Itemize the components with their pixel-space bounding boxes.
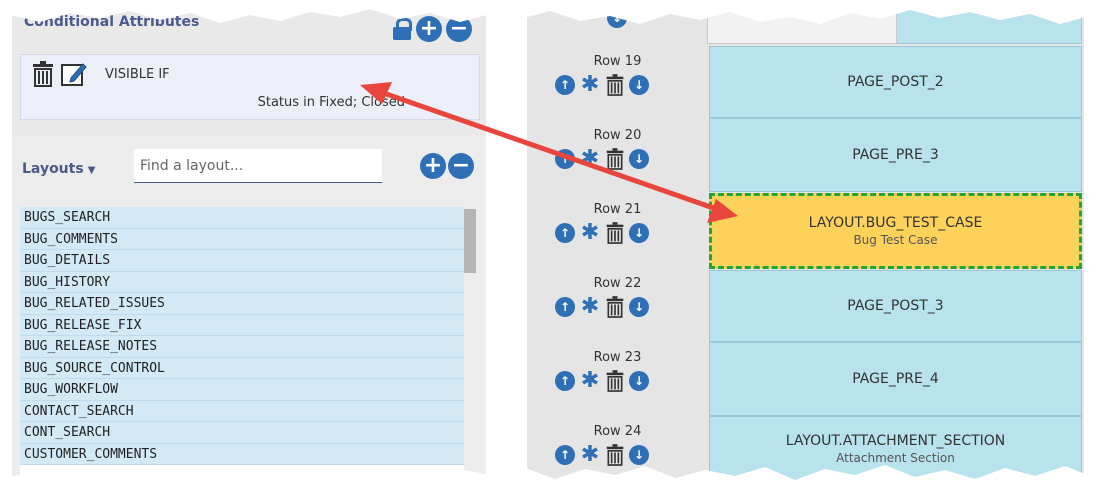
arrow-down-circle-icon[interactable]: ↓ [629,223,649,243]
row-label: Row 21 [593,202,642,217]
scrollbar-thumb[interactable] [464,209,476,273]
rows-panel: ↓ Row 19 ↑ ✱ ↓ Row 20 ↑ ✱ ↓ Row 21 ↑ ✱ ↓… [527,0,1084,482]
row-cell[interactable]: PAGE_POST_2 [709,46,1082,118]
arrow-up-circle-icon[interactable]: ↑ [555,149,575,169]
arrow-down-circle-icon[interactable]: ↓ [629,297,649,317]
row-control: Row 21 ↑ ✱ ↓ [527,194,708,268]
list-item[interactable]: BUG_RELEASE_FIX [20,314,464,336]
gear-icon[interactable]: ✱ [579,370,601,392]
arrow-up-circle-icon[interactable]: ↑ [555,223,575,243]
row-control: Row 22 ↑ ✱ ↓ [527,268,708,342]
arrow-down-circle-icon[interactable]: ↓ [629,149,649,169]
cell-title: PAGE_PRE_3 [852,147,939,163]
row-actions: ↑ ✱ ↓ [555,296,649,318]
trash-icon[interactable] [605,222,625,244]
list-item[interactable]: CONT_SEARCH [20,422,464,444]
layouts-dropdown[interactable]: Layouts ▼ [22,161,95,177]
add-layout-button[interactable]: + [420,153,446,179]
list-item[interactable]: BUG_HISTORY [20,271,464,293]
torn-edge-top [0,0,1120,24]
layout-buttons: + − [420,153,474,179]
list-item[interactable]: BUG_WORKFLOW [20,379,464,401]
arrow-up-circle-icon[interactable]: ↑ [555,75,575,95]
row-cell-highlighted[interactable]: LAYOUT.BUG_TEST_CASE Bug Test Case [709,193,1082,269]
row-label: Row 19 [593,54,642,69]
row-label: Row 23 [593,350,642,365]
edit-icon[interactable] [61,61,87,87]
gear-icon[interactable]: ✱ [579,222,601,244]
cell-title: PAGE_PRE_4 [852,371,939,387]
rule-actions [31,61,87,87]
layouts-section: Layouts▼ + − BUGS_SEARCH BUG_COMMENTS BU… [12,135,486,482]
rule-title: VISIBLE IF [105,67,170,82]
list-item[interactable]: BUG_DETAILS [20,250,464,272]
layouts-label: Layouts [22,161,84,177]
row-label: Row 22 [593,276,642,291]
layouts-scrollbar[interactable] [464,207,476,482]
row-controls-column: Row 19 ↑ ✱ ↓ Row 20 ↑ ✱ ↓ Row 21 ↑ ✱ ↓ R… [527,0,708,482]
trash-icon[interactable] [31,61,55,87]
row-cell[interactable]: PAGE_PRE_4 [709,342,1082,416]
arrow-up-circle-icon[interactable]: ↑ [555,297,575,317]
layouts-list: BUGS_SEARCH BUG_COMMENTS BUG_DETAILS BUG… [20,207,476,482]
trash-icon[interactable] [605,74,625,96]
row-control: Row 20 ↑ ✱ ↓ [527,120,708,194]
gear-icon[interactable]: ✱ [579,296,601,318]
trash-icon[interactable] [605,296,625,318]
row-actions: ↑ ✱ ↓ [555,74,649,96]
cell-title: PAGE_POST_2 [847,74,944,90]
row-control: Row 23 ↑ ✱ ↓ [527,342,708,416]
remove-layout-button[interactable]: − [448,153,474,179]
arrow-down-circle-icon[interactable]: ↓ [629,75,649,95]
torn-edge-bottom [0,465,1120,490]
row-cell[interactable]: PAGE_POST_3 [709,270,1082,342]
row-actions: ↑ ✱ ↓ [555,222,649,244]
row-label: Row 20 [593,128,642,143]
list-item[interactable]: BUG_SOURCE_CONTROL [20,357,464,379]
arrow-down-circle-icon[interactable]: ↓ [629,371,649,391]
find-layout-input[interactable] [134,149,382,183]
list-item[interactable]: BUG_RELATED_ISSUES [20,293,464,315]
row-control: Row 19 ↑ ✱ ↓ [527,46,708,120]
visible-if-rule: VISIBLE IF Status in Fixed; Closed [20,54,480,120]
list-item[interactable]: BUGS_SEARCH [20,207,464,229]
gear-icon[interactable]: ✱ [579,148,601,170]
cell-title: PAGE_POST_3 [847,298,944,314]
cell-subtitle: Bug Test Case [853,233,938,247]
trash-icon[interactable] [605,370,625,392]
trash-icon[interactable] [605,148,625,170]
row-cell[interactable]: PAGE_PRE_3 [709,118,1082,192]
gear-icon[interactable]: ✱ [579,74,601,96]
row-actions: ↑ ✱ ↓ [555,370,649,392]
list-item[interactable]: BUG_COMMENTS [20,228,464,250]
list-item[interactable]: CONTACT_SEARCH [20,400,464,422]
caret-down-icon: ▼ [87,165,96,176]
cell-title: LAYOUT.BUG_TEST_CASE [808,215,983,231]
arrow-up-circle-icon[interactable]: ↑ [555,371,575,391]
left-panel: Conditional Attributes + − VISIBLE IF St… [12,0,486,482]
row-actions: ↑ ✱ ↓ [555,148,649,170]
list-item[interactable]: BUG_RELEASE_NOTES [20,336,464,358]
cell-title: LAYOUT.ATTACHMENT_SECTION [785,433,1006,449]
rule-condition: Status in Fixed; Closed [257,95,405,110]
row-label: Row 24 [593,424,642,439]
